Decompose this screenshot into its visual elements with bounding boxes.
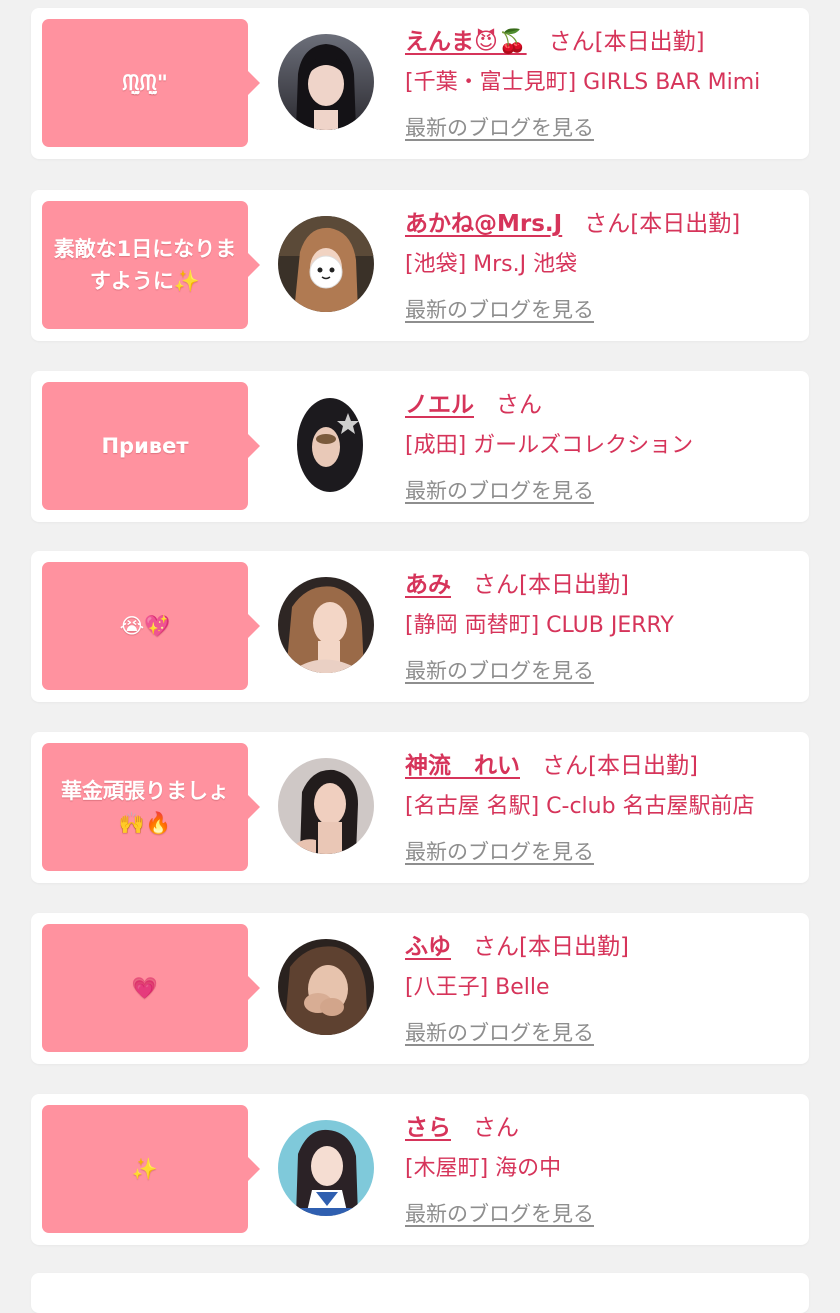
list-item: 😭💖 あみ さん[本日出勤] [静岡 両替町] CLUB JERRY 最新のブロ… (31, 551, 809, 702)
avatar[interactable] (296, 397, 364, 493)
message-text: 素敵な1日になりますように✨ (53, 237, 237, 293)
name-link[interactable]: えんま😈🍒 (405, 22, 527, 56)
name-link[interactable]: さら (405, 1108, 451, 1142)
message-text: 💗 (131, 976, 159, 1000)
status-text: さん[本日出勤] (548, 29, 705, 55)
latest-blog-link[interactable]: 最新のブログを見る (405, 294, 594, 324)
message-text: 😭💖 (119, 614, 171, 638)
avatar[interactable] (278, 34, 374, 130)
list-item: Привет ノエル さん [成田] ガールズコレクション 最新のブログを見る (31, 371, 809, 522)
status-text: さん[本日出勤] (473, 934, 629, 960)
message-bubble: Привет (42, 382, 260, 510)
list-item: ✨ さら さん [木屋町] 海の中 最新のブログを見る (31, 1094, 809, 1245)
name-link[interactable]: ふゆ (405, 927, 451, 961)
name-link[interactable]: あかね@Mrs.J (405, 204, 562, 238)
list-item: 素敵な1日になりますように✨ あかね@Mrs.J さん[本日出勤] [池袋] M… (31, 190, 809, 341)
message-text: ✨ (131, 1157, 159, 1181)
list-item: 華金頑張りましょ🙌🔥 神流 れい さん[本日出勤] [名古屋 名駅] C-clu… (31, 732, 809, 883)
shop-location: [静岡 両替町] CLUB JERRY (405, 613, 674, 638)
name-link[interactable]: あみ (405, 565, 451, 599)
name-link[interactable]: 神流 れい (405, 746, 520, 780)
avatar[interactable] (278, 758, 374, 854)
message-bubble: ✨ (42, 1105, 260, 1233)
avatar[interactable] (278, 1120, 374, 1216)
avatar[interactable] (278, 216, 374, 312)
message-bubble: 💗 (42, 924, 260, 1052)
message-text: ᙏ̤̫ᙏ̤̫" (122, 71, 168, 95)
message-bubble: 華金頑張りましょ🙌🔥 (42, 743, 260, 871)
status-text: さん[本日出勤] (584, 211, 741, 237)
message-bubble: 😭💖 (42, 562, 260, 690)
name-link[interactable]: ノエル (405, 385, 474, 419)
message-text: Привет (101, 434, 189, 458)
latest-blog-link[interactable]: 最新のブログを見る (405, 112, 594, 142)
message-bubble: 素敵な1日になりますように✨ (42, 201, 260, 329)
message-bubble: ᙏ̤̫ᙏ̤̫" (42, 19, 260, 147)
shop-location: [池袋] Mrs.J 池袋 (405, 252, 578, 277)
latest-blog-link[interactable]: 最新のブログを見る (405, 1017, 594, 1047)
status-text: さん[本日出勤] (542, 753, 698, 779)
list-item (31, 1273, 809, 1313)
status-text: さん (496, 392, 542, 418)
shop-location: [名古屋 名駅] C-club 名古屋駅前店 (405, 794, 755, 819)
avatar[interactable] (278, 939, 374, 1035)
list-item: 💗 ふゆ さん[本日出勤] [八王子] Belle 最新のブログを見る (31, 913, 809, 1064)
latest-blog-link[interactable]: 最新のブログを見る (405, 836, 594, 866)
latest-blog-link[interactable]: 最新のブログを見る (405, 1198, 594, 1228)
avatar[interactable] (278, 577, 374, 673)
list-item: ᙏ̤̫ᙏ̤̫" えんま😈🍒 さん[本日出勤] [千葉・富士見町] GIRLS B… (31, 8, 809, 159)
latest-blog-link[interactable]: 最新のブログを見る (405, 475, 594, 505)
latest-blog-link[interactable]: 最新のブログを見る (405, 655, 594, 685)
message-text: 華金頑張りましょ🙌🔥 (61, 779, 229, 835)
girl-message-list: ᙏ̤̫ᙏ̤̫" えんま😈🍒 さん[本日出勤] [千葉・富士見町] GIRLS B… (0, 0, 840, 1313)
status-text: さん (473, 1115, 519, 1141)
shop-location: [千葉・富士見町] GIRLS BAR Mimi (405, 70, 761, 95)
status-text: さん[本日出勤] (473, 572, 629, 598)
shop-location: [八王子] Belle (405, 975, 550, 1000)
shop-location: [木屋町] 海の中 (405, 1156, 562, 1181)
shop-location: [成田] ガールズコレクション (405, 433, 694, 458)
